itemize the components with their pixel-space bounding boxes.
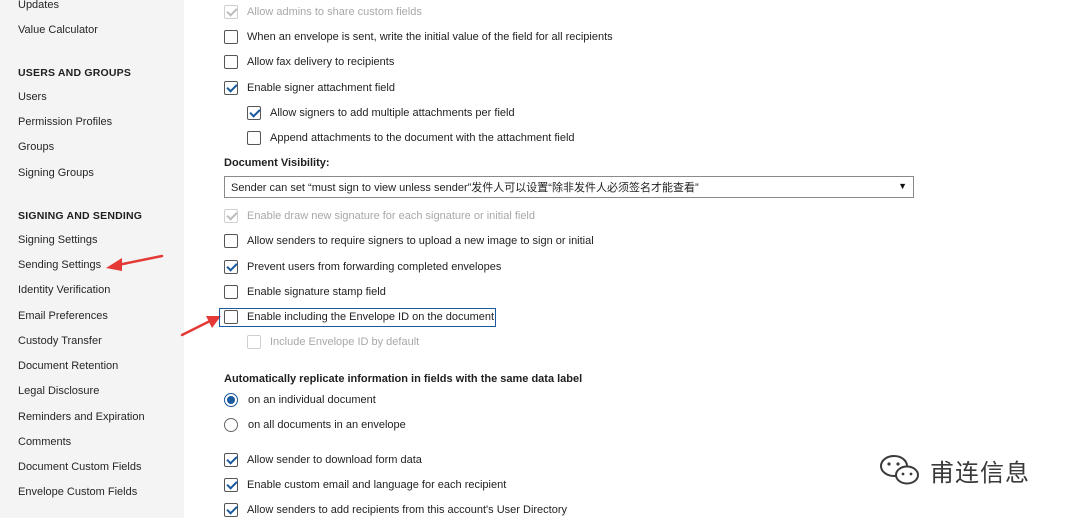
option-label: Append attachments to the document with …: [270, 132, 575, 144]
option-label: Enable custom email and language for eac…: [247, 479, 507, 491]
sidebar-item-signing-settings[interactable]: Signing Settings: [18, 234, 98, 246]
checkbox[interactable]: [224, 5, 238, 19]
sidebar-heading-users-groups: USERS AND GROUPS: [18, 67, 132, 79]
checkbox[interactable]: [224, 285, 238, 299]
sidebar-item-document-retention[interactable]: Document Retention: [18, 360, 118, 372]
sidebar-heading-signing-sending: SIGNING AND SENDING: [18, 210, 143, 222]
option-fax-delivery[interactable]: Allow fax delivery to recipients: [224, 53, 394, 71]
option-label: When an envelope is sent, write the init…: [247, 31, 613, 43]
sidebar-item-identity-verification[interactable]: Identity Verification: [18, 284, 110, 296]
checkbox[interactable]: [224, 81, 238, 95]
option-label: Allow sender to download form data: [247, 454, 422, 466]
document-visibility-label: Document Visibility:: [224, 157, 330, 169]
sidebar-item-groups[interactable]: Groups: [18, 141, 54, 153]
option-user-directory[interactable]: Allow senders to add recipients from thi…: [224, 501, 567, 519]
radio-button[interactable]: [224, 418, 238, 432]
radio-label: on all documents in an envelope: [248, 419, 406, 431]
radio-label: on an individual document: [248, 394, 376, 406]
checkbox[interactable]: [224, 453, 238, 467]
option-draw-new-signature[interactable]: Enable draw new signature for each signa…: [224, 207, 535, 225]
option-label: Enable signer attachment field: [247, 82, 395, 94]
option-label: Allow signers to add multiple attachment…: [270, 107, 515, 119]
sending-settings-panel: Allow admins to share custom fields When…: [184, 0, 1080, 518]
watermark-text: 甫连信息: [930, 459, 1030, 487]
option-download-form-data[interactable]: Allow sender to download form data: [224, 451, 422, 469]
option-signature-stamp[interactable]: Enable signature stamp field: [224, 283, 386, 301]
option-write-initial-value[interactable]: When an envelope is sent, write the init…: [224, 28, 613, 46]
option-multiple-attachments[interactable]: Allow signers to add multiple attachment…: [247, 104, 515, 122]
checkbox[interactable]: [224, 310, 238, 324]
checkbox[interactable]: [247, 106, 261, 120]
option-label: Prevent users from forwarding completed …: [247, 261, 502, 273]
sidebar-item-document-custom-fields[interactable]: Document Custom Fields: [18, 461, 142, 473]
document-visibility-select[interactable]: Sender can set “must sign to view unless…: [224, 176, 914, 198]
sidebar-item-signing-groups[interactable]: Signing Groups: [18, 167, 94, 179]
option-append-attachments[interactable]: Append attachments to the document with …: [247, 129, 575, 147]
checkbox[interactable]: [224, 478, 238, 492]
sidebar-item-value-calculator[interactable]: Value Calculator: [18, 24, 98, 36]
option-label: Enable draw new signature for each signa…: [247, 210, 535, 222]
checkbox[interactable]: [224, 55, 238, 69]
option-label: Allow fax delivery to recipients: [247, 56, 395, 68]
checkbox[interactable]: [224, 209, 238, 223]
option-label: Enable signature stamp field: [247, 286, 386, 298]
wechat-icon: [880, 455, 919, 485]
option-custom-email-language[interactable]: Enable custom email and language for eac…: [224, 476, 506, 494]
option-label: Allow senders to require signers to uplo…: [247, 235, 594, 247]
radio-all-documents[interactable]: on all documents in an envelope: [224, 416, 406, 434]
option-envelope-id[interactable]: Enable including the Envelope ID on the …: [224, 308, 494, 326]
sidebar-item-reminders-expiration[interactable]: Reminders and Expiration: [18, 411, 145, 423]
watermark: 甫连信息: [878, 452, 1030, 488]
checkbox[interactable]: [247, 131, 261, 145]
option-label: Allow senders to add recipients from thi…: [247, 504, 568, 516]
option-label: Allow admins to share custom fields: [247, 6, 422, 18]
sidebar-item-custody-transfer[interactable]: Custody Transfer: [18, 335, 102, 347]
checkbox[interactable]: [224, 234, 238, 248]
sidebar-item-email-preferences[interactable]: Email Preferences: [18, 310, 108, 322]
checkbox[interactable]: [224, 260, 238, 274]
replicate-label: Automatically replicate information in f…: [224, 373, 583, 385]
checkbox[interactable]: [247, 335, 261, 349]
sidebar-item-users[interactable]: Users: [18, 91, 47, 103]
sidebar-item-updates[interactable]: Updates: [18, 0, 59, 11]
option-share-custom-fields[interactable]: Allow admins to share custom fields: [224, 3, 422, 21]
option-upload-new-image[interactable]: Allow senders to require signers to uplo…: [224, 232, 594, 250]
option-include-envelope-id-default[interactable]: Include Envelope ID by default: [247, 333, 419, 351]
radio-button[interactable]: [224, 393, 238, 407]
option-label: Enable including the Envelope ID on the …: [247, 311, 495, 323]
sidebar-item-legal-disclosure[interactable]: Legal Disclosure: [18, 385, 99, 397]
select-value: Sender can set “must sign to view unless…: [231, 182, 699, 194]
option-label: Include Envelope ID by default: [270, 336, 420, 348]
checkbox[interactable]: [224, 30, 238, 44]
sidebar-item-sending-settings[interactable]: Sending Settings: [18, 259, 101, 271]
checkbox[interactable]: [224, 503, 238, 517]
option-signer-attachment[interactable]: Enable signer attachment field: [224, 79, 395, 97]
annotation-arrow-sidebar: [106, 254, 164, 271]
radio-individual-document[interactable]: on an individual document: [224, 391, 376, 409]
sidebar-item-permission-profiles[interactable]: Permission Profiles: [18, 116, 112, 128]
sidebar-item-comments[interactable]: Comments: [18, 436, 71, 448]
dropdown-arrow-icon: ▼: [898, 181, 907, 191]
sidebar-item-envelope-custom-fields[interactable]: Envelope Custom Fields: [18, 486, 137, 498]
option-prevent-forwarding[interactable]: Prevent users from forwarding completed …: [224, 258, 501, 276]
